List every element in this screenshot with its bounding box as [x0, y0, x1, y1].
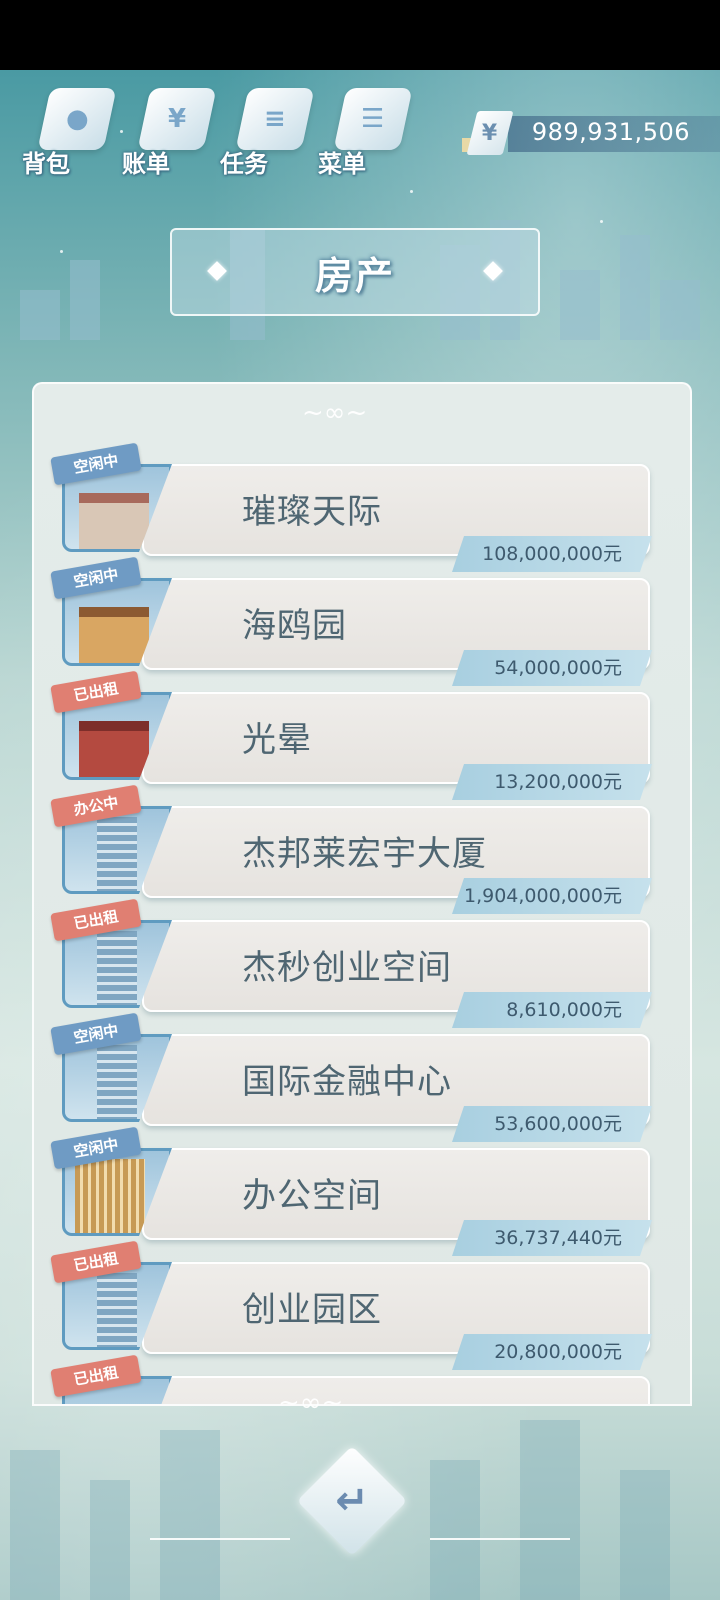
- property-price: 36,737,440元: [452, 1220, 652, 1256]
- menu-icon: ☰: [333, 88, 413, 150]
- bag-label: 背包: [22, 150, 70, 178]
- money-display: ¥ 989,931,506: [462, 111, 720, 155]
- property-name: 国际金融中心: [242, 1062, 452, 1102]
- property-price: 1,904,000,000元: [452, 878, 652, 914]
- property-item[interactable]: 空闲中 办公空间 36,737,440元: [50, 1126, 652, 1256]
- property-item[interactable]: 空闲中 国际金融中心 53,600,000元: [50, 1012, 652, 1142]
- property-price: 20,800,000元: [452, 1334, 652, 1370]
- property-name: 创业园区: [242, 1290, 382, 1330]
- property-price: 13,200,000元: [452, 764, 652, 800]
- property-name: 杰秒创业空间: [242, 948, 452, 988]
- bill-button[interactable]: ¥ 账单: [122, 80, 217, 180]
- property-price: 53,600,000元: [452, 1106, 652, 1142]
- divider: [150, 1538, 290, 1540]
- menu-button[interactable]: ☰ 菜单: [318, 80, 413, 180]
- bill-label: 账单: [122, 150, 170, 178]
- property-price: 54,000,000元: [452, 650, 652, 686]
- diamond-icon: [207, 261, 227, 281]
- property-item[interactable]: 空闲中 海鸥园 54,000,000元: [50, 556, 652, 686]
- property-price: 8,610,000元: [452, 992, 652, 1028]
- menu-label: 菜单: [318, 150, 366, 178]
- page-title-box: 房产: [170, 228, 540, 316]
- property-item[interactable]: 已出租 创业园区 20,800,000元: [50, 1240, 652, 1370]
- property-name: 光晕: [242, 720, 312, 760]
- money-value: 989,931,506: [531, 118, 690, 146]
- property-name: 璀璨天际: [242, 492, 382, 532]
- task-icon: ≡: [235, 88, 315, 150]
- property-list-panel[interactable]: ~∞~ 空闲中 璀璨天际 108,000,000元 空闲中 海鸥园 54,000…: [32, 382, 692, 1406]
- ornament-icon: ~∞~: [302, 398, 368, 428]
- ornament-icon: ~∞~: [278, 1388, 344, 1418]
- diamond-icon: [483, 261, 503, 281]
- yen-icon: ¥: [466, 111, 514, 155]
- back-button[interactable]: ↵: [296, 1445, 408, 1557]
- task-button[interactable]: ≡ 任务: [220, 80, 315, 180]
- property-item[interactable]: 已出租 杰秒创业空间 8,610,000元: [50, 898, 652, 1028]
- back-arrow-icon: ↵: [335, 1478, 369, 1524]
- game-screen: ● 背包 ¥ 账单 ≡ 任务 ☰ 菜单 ¥ 989,931,506 房产 ~∞~…: [0, 70, 720, 1600]
- property-name: 海鸥园: [242, 606, 347, 646]
- divider: [430, 1538, 570, 1540]
- property-item[interactable]: 办公中 杰邦莱宏宇大厦 1,904,000,000元: [50, 784, 652, 914]
- task-label: 任务: [220, 150, 268, 178]
- bag-button[interactable]: ● 背包: [22, 80, 117, 180]
- bag-icon: ●: [37, 88, 117, 150]
- property-item[interactable]: 已出租 光晕 13,200,000元: [50, 670, 652, 800]
- property-name: 办公空间: [242, 1176, 382, 1216]
- property-item[interactable]: 空闲中 璀璨天际 108,000,000元: [50, 442, 652, 572]
- bill-icon: ¥: [137, 88, 217, 150]
- property-name: 杰邦莱宏宇大厦: [242, 834, 487, 874]
- page-title: 房产: [314, 253, 395, 298]
- sparkle: [410, 190, 413, 193]
- property-price: 108,000,000元: [452, 536, 652, 572]
